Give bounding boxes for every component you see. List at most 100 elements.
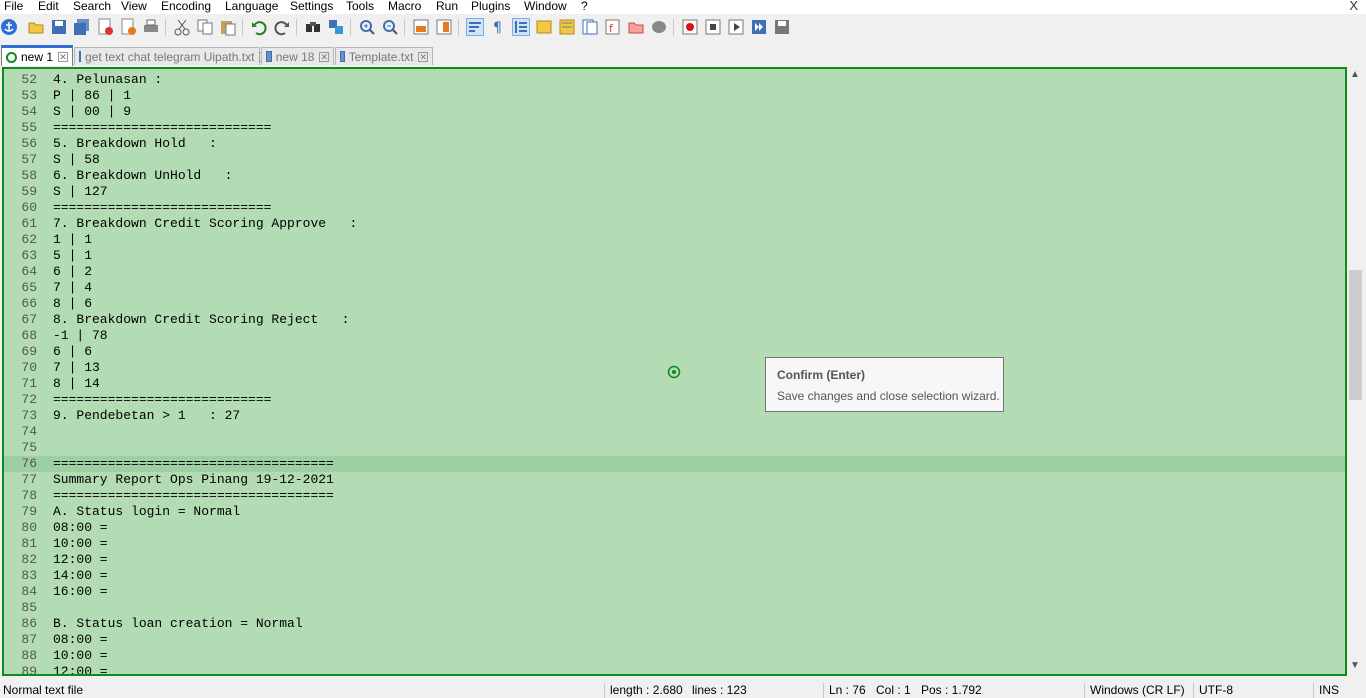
editor-line[interactable]: 81 10:00 = bbox=[4, 536, 1345, 552]
vertical-scrollbar[interactable]: ▲ ▼ bbox=[1347, 67, 1364, 676]
save-macro-icon[interactable] bbox=[773, 18, 791, 36]
editor-line[interactable]: 85 bbox=[4, 600, 1345, 616]
doc-map-icon[interactable] bbox=[558, 18, 576, 36]
editor-line[interactable]: 76 ==================================== bbox=[4, 456, 1345, 472]
editor-line[interactable]: 89 12:00 = bbox=[4, 664, 1345, 674]
line-number: 55 bbox=[21, 120, 37, 135]
editor-line[interactable]: 61 7. Breakdown Credit Scoring Approve : bbox=[4, 216, 1345, 232]
monitoring-icon[interactable] bbox=[650, 18, 668, 36]
indent-guide-icon[interactable] bbox=[512, 18, 530, 36]
tab-close-icon[interactable]: ✕ bbox=[58, 52, 68, 62]
editor-line[interactable]: 59 S | 127 bbox=[4, 184, 1345, 200]
function-list-icon[interactable]: f bbox=[604, 18, 622, 36]
zoom-out-icon[interactable] bbox=[381, 18, 399, 36]
editor-line[interactable]: 69 6 | 6 bbox=[4, 344, 1345, 360]
editor-line[interactable]: 67 8. Breakdown Credit Scoring Reject : bbox=[4, 312, 1345, 328]
open-file-icon[interactable] bbox=[27, 18, 45, 36]
save-all-icon[interactable] bbox=[73, 18, 91, 36]
editor-line[interactable]: 80 08:00 = bbox=[4, 520, 1345, 536]
editor-line[interactable]: 66 8 | 6 bbox=[4, 296, 1345, 312]
cut-icon[interactable] bbox=[173, 18, 191, 36]
editor-line[interactable]: 72 ============================ bbox=[4, 392, 1345, 408]
undo-icon[interactable] bbox=[250, 18, 268, 36]
menu-search[interactable]: Search bbox=[73, 0, 111, 13]
close-file-icon[interactable] bbox=[96, 18, 114, 36]
crosshair-target-icon[interactable] bbox=[667, 365, 681, 379]
editor-line[interactable]: 78 ==================================== bbox=[4, 488, 1345, 504]
tab-label: get text chat telegram Uipath.txt bbox=[85, 49, 255, 64]
word-wrap-icon[interactable] bbox=[466, 18, 484, 36]
show-all-chars-icon[interactable]: ¶ bbox=[489, 18, 507, 36]
editor-line[interactable]: 65 7 | 4 bbox=[4, 280, 1345, 296]
editor-line[interactable]: 87 08:00 = bbox=[4, 632, 1345, 648]
menu-encoding[interactable]: Encoding bbox=[161, 0, 211, 13]
play-macro-icon[interactable] bbox=[727, 18, 745, 36]
user-language-icon[interactable] bbox=[535, 18, 553, 36]
line-text: 9. Pendebetan > 1 : 27 bbox=[53, 408, 241, 423]
editor-line[interactable]: 60 ============================ bbox=[4, 200, 1345, 216]
editor-line[interactable]: 77 Summary Report Ops Pinang 19-12-2021 bbox=[4, 472, 1345, 488]
editor-line[interactable]: 57 S | 58 bbox=[4, 152, 1345, 168]
editor-line[interactable]: 82 12:00 = bbox=[4, 552, 1345, 568]
find-icon[interactable] bbox=[304, 18, 322, 36]
menu-view[interactable]: View bbox=[121, 0, 147, 13]
zoom-in-icon[interactable] bbox=[358, 18, 376, 36]
editor-line[interactable]: 53 P | 86 | 1 bbox=[4, 88, 1345, 104]
tab-new-18[interactable]: new 18 ✕ bbox=[261, 47, 334, 65]
tab-close-icon[interactable]: ✕ bbox=[418, 51, 428, 62]
editor-line[interactable]: 58 6. Breakdown UnHold : bbox=[4, 168, 1345, 184]
menu-tools[interactable]: Tools bbox=[346, 0, 374, 13]
scroll-down-arrow-icon[interactable]: ▼ bbox=[1350, 661, 1360, 671]
anchor-icon[interactable] bbox=[0, 18, 18, 36]
editor-line[interactable]: 75 bbox=[4, 440, 1345, 456]
editor-line[interactable]: 56 5. Breakdown Hold : bbox=[4, 136, 1345, 152]
menu-run[interactable]: Run bbox=[436, 0, 458, 13]
stop-macro-icon[interactable] bbox=[704, 18, 722, 36]
doc-list-icon[interactable] bbox=[581, 18, 599, 36]
tab-close-icon[interactable]: ✕ bbox=[319, 51, 329, 62]
redo-icon[interactable] bbox=[273, 18, 291, 36]
editor-line[interactable]: 73 9. Pendebetan > 1 : 27 bbox=[4, 408, 1345, 424]
sync-horizontal-icon[interactable] bbox=[435, 18, 453, 36]
menu-settings[interactable]: Settings bbox=[290, 0, 333, 13]
menu-help[interactable]: ? bbox=[581, 0, 588, 13]
line-number: 60 bbox=[21, 200, 37, 215]
editor-line[interactable]: 83 14:00 = bbox=[4, 568, 1345, 584]
print-icon[interactable] bbox=[142, 18, 160, 36]
menu-file[interactable]: File bbox=[4, 0, 23, 13]
menu-plugins[interactable]: Plugins bbox=[471, 0, 510, 13]
record-macro-icon[interactable] bbox=[681, 18, 699, 36]
line-text: B. Status loan creation = Normal bbox=[53, 616, 303, 631]
tab-template[interactable]: Template.txt ✕ bbox=[335, 47, 433, 65]
editor-line[interactable]: 88 10:00 = bbox=[4, 648, 1345, 664]
menu-window[interactable]: Window bbox=[524, 0, 567, 13]
editor-line[interactable]: 86 B. Status loan creation = Normal bbox=[4, 616, 1345, 632]
editor-line[interactable]: 63 5 | 1 bbox=[4, 248, 1345, 264]
editor-line[interactable]: 55 ============================ bbox=[4, 120, 1345, 136]
editor-line[interactable]: 54 S | 00 | 9 bbox=[4, 104, 1345, 120]
editor-line[interactable]: 52 4. Pelunasan : bbox=[4, 72, 1345, 88]
editor-line[interactable]: 79 A. Status login = Normal bbox=[4, 504, 1345, 520]
folder-workspace-icon[interactable] bbox=[627, 18, 645, 36]
close-window-button[interactable]: X bbox=[1349, 0, 1358, 13]
run-macro-multiple-icon[interactable] bbox=[750, 18, 768, 36]
scroll-thumb[interactable] bbox=[1349, 270, 1362, 400]
menu-macro[interactable]: Macro bbox=[388, 0, 421, 13]
editor-line[interactable]: 64 6 | 2 bbox=[4, 264, 1345, 280]
copy-icon[interactable] bbox=[196, 18, 214, 36]
editor-line[interactable]: 84 16:00 = bbox=[4, 584, 1345, 600]
save-icon[interactable] bbox=[50, 18, 68, 36]
scroll-up-arrow-icon[interactable]: ▲ bbox=[1350, 70, 1360, 80]
editor-line[interactable]: 74 bbox=[4, 424, 1345, 440]
editor-line[interactable]: 68 -1 | 78 bbox=[4, 328, 1345, 344]
menu-language[interactable]: Language bbox=[225, 0, 278, 13]
tab-new-1[interactable]: new 1 ✕ bbox=[1, 45, 73, 66]
editor-line[interactable]: 62 1 | 1 bbox=[4, 232, 1345, 248]
tab-get-text-chat-telegram[interactable]: get text chat telegram Uipath.txt ✕ bbox=[74, 47, 269, 65]
replace-icon[interactable] bbox=[327, 18, 345, 36]
close-all-icon[interactable] bbox=[119, 18, 137, 36]
paste-icon[interactable] bbox=[219, 18, 237, 36]
sync-vertical-icon[interactable] bbox=[412, 18, 430, 36]
line-text: ==================================== bbox=[53, 456, 334, 471]
menu-edit[interactable]: Edit bbox=[38, 0, 59, 13]
